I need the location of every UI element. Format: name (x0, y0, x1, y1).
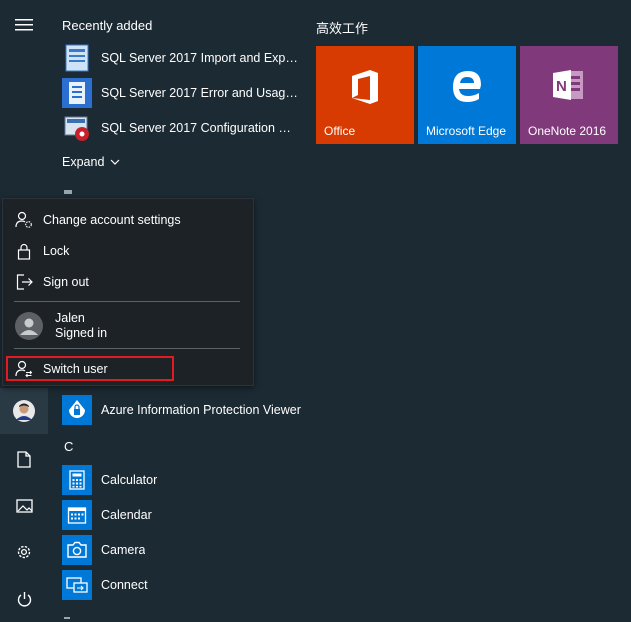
power-button[interactable] (0, 576, 48, 622)
menu-item-label: Sign out (43, 275, 89, 289)
sign-out-item[interactable]: Sign out (13, 270, 89, 294)
switch-user-highlight (6, 356, 174, 381)
sql-error-icon (62, 78, 92, 108)
tile-group-title: 高效工作 (316, 21, 369, 36)
current-user-entry[interactable]: Jalen Signed in (15, 311, 107, 341)
app-label: SQL Server 2017 Configuration Man... (101, 121, 301, 135)
app-item[interactable]: Connect (62, 569, 148, 601)
app-item[interactable]: Calculator (62, 464, 157, 496)
hamburger-menu-button[interactable] (0, 2, 48, 48)
tile-label: Office (324, 124, 356, 138)
settings-button[interactable] (0, 529, 48, 575)
lock-icon (13, 240, 35, 262)
app-label: Connect (101, 578, 148, 592)
menu-separator (14, 348, 240, 349)
tile-label: OneNote 2016 (528, 124, 607, 138)
menu-item-label: Change account settings (43, 213, 181, 227)
app-item[interactable]: Azure Information Protection Viewer (62, 394, 301, 426)
app-label: Camera (101, 543, 146, 557)
sql-config-icon (62, 113, 92, 143)
onenote-icon: N (520, 68, 618, 102)
chevron-down-icon (110, 159, 120, 165)
lock-item[interactable]: Lock (13, 239, 69, 263)
user-account-button[interactable] (0, 388, 48, 434)
edge-icon (418, 68, 516, 104)
letter-c-header[interactable]: C (64, 439, 73, 454)
hamburger-menu-icon (15, 19, 33, 31)
menu-separator (14, 301, 240, 302)
user-status: Signed in (55, 326, 108, 340)
tile-office[interactable]: Office (316, 46, 414, 144)
calendar-icon (62, 500, 92, 530)
tile-label: Microsoft Edge (426, 124, 507, 138)
expand-button[interactable]: Expand (62, 155, 120, 169)
app-label: SQL Server 2017 Error and Usage Re... (101, 86, 301, 100)
azure-ip-icon (62, 395, 92, 425)
account-settings-icon (13, 209, 35, 231)
user-avatar-placeholder (15, 312, 43, 340)
user-name: Jalen (55, 311, 85, 325)
app-label: SQL Server 2017 Import and Export... (101, 51, 301, 65)
documents-icon (17, 450, 31, 468)
tile-microsoft-edge[interactable]: Microsoft Edge (418, 46, 516, 144)
hidden-letter-marker (64, 190, 72, 194)
sign-out-icon (13, 271, 35, 293)
office-icon (316, 68, 414, 106)
app-item[interactable]: Camera (62, 534, 145, 566)
app-label: Calendar (101, 508, 152, 522)
documents-button[interactable] (0, 436, 48, 482)
user-avatar (13, 400, 35, 422)
account-menu-popup: Change account settings Lock Sign out Ja… (2, 198, 254, 386)
camera-icon (62, 535, 92, 565)
svg-text:N: N (556, 78, 567, 95)
recent-app-item[interactable]: SQL Server 2017 Configuration Man... (62, 112, 301, 144)
pictures-button[interactable] (0, 483, 48, 529)
app-label: Calculator (101, 473, 158, 487)
app-label: Azure Information Protection Viewer (101, 403, 301, 417)
power-icon (17, 591, 31, 606)
sql-import-icon (62, 43, 92, 73)
calculator-icon (62, 465, 92, 495)
expand-label: Expand (62, 155, 105, 169)
change-account-settings-item[interactable]: Change account settings (13, 208, 181, 232)
recently-added-heading: Recently added (62, 18, 153, 33)
connect-icon (62, 570, 92, 600)
app-item[interactable]: Calendar (62, 499, 152, 531)
tile-onenote-2016[interactable]: N OneNote 2016 (520, 46, 618, 144)
recent-app-item[interactable]: SQL Server 2017 Error and Usage Re... (62, 77, 301, 109)
next-letter-marker (64, 617, 70, 619)
recent-app-item[interactable]: SQL Server 2017 Import and Export... (62, 42, 301, 74)
pictures-icon (15, 499, 33, 513)
settings-icon (17, 545, 31, 559)
menu-item-label: Lock (43, 244, 70, 258)
